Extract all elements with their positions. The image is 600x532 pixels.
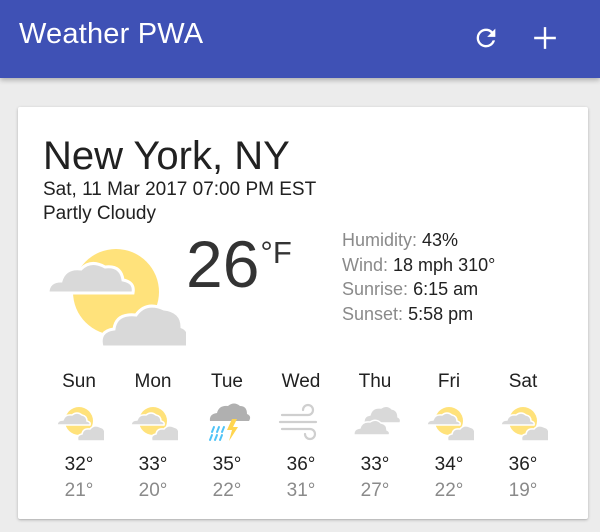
refresh-button[interactable] <box>470 22 502 54</box>
forecast-high: 33° <box>138 454 168 475</box>
temperature-scale: °F <box>260 235 292 270</box>
forecast-day-name: Tue <box>210 371 244 392</box>
weather-details: Humidity: 43% Wind: 18 mph 310° Sunrise:… <box>342 228 495 326</box>
cloudy-icon <box>353 405 400 436</box>
forecast-high: 35° <box>212 454 242 475</box>
add-icon <box>534 27 556 49</box>
forecast-low: 21° <box>64 480 94 501</box>
forecast-low: 31° <box>286 480 316 501</box>
sunrise-value: 6:15 am <box>413 279 479 299</box>
partly-cloudy-icon <box>56 407 104 442</box>
wind-label: Wind: <box>342 254 389 275</box>
forecast-low: 22° <box>434 480 464 501</box>
forecast-low: 20° <box>138 480 168 501</box>
partly-cloudy-icon <box>500 407 548 442</box>
forecast-day-name: Fri <box>437 371 461 392</box>
forecast-day-name: Sat <box>508 371 538 392</box>
sunset-row: Sunset: 5:58 pm <box>342 302 495 327</box>
humidity-label: Humidity: <box>342 230 418 250</box>
forecast-day: Mon 33° 20° <box>116 369 190 502</box>
forecast-day-name: Thu <box>358 371 392 392</box>
forecast-low: 22° <box>212 480 242 501</box>
forecast-high: 36° <box>508 454 538 475</box>
forecast-day: Sun 32° 21° <box>42 369 116 502</box>
humidity-value: 43% <box>422 230 459 250</box>
temperature-value: 26 <box>186 227 260 301</box>
forecast: Sun 32° 21° Mon 33° 20° Tue 35° 22° Wed … <box>42 369 562 502</box>
forecast-high: 33° <box>360 454 390 475</box>
forecast-day-name: Wed <box>281 371 321 392</box>
location: New York, NY <box>43 134 290 178</box>
forecast-day-name: Sun <box>62 371 96 392</box>
date: Sat, 11 Mar 2017 07:00 PM EST <box>43 179 317 200</box>
weather-card: New York, NY Sat, 11 Mar 2017 07:00 PM E… <box>18 107 588 519</box>
wind-row: Wind: 18 mph 310° <box>342 253 495 278</box>
weather-description: Partly Cloudy <box>43 203 156 224</box>
partly-cloudy-icon <box>426 407 474 442</box>
partly-cloudy-icon <box>130 407 178 442</box>
forecast-day-name: Mon <box>134 371 172 392</box>
sunrise-row: Sunrise: 6:15 am <box>342 277 495 302</box>
sunrise-label: Sunrise: <box>342 279 409 299</box>
refresh-icon <box>476 28 496 48</box>
app-header: Weather PWA <box>0 0 600 78</box>
forecast-low: 27° <box>360 480 390 501</box>
forecast-high: 36° <box>286 454 316 475</box>
forecast-day: Tue 35° 22° <box>190 369 264 502</box>
forecast-day: Wed 36° 31° <box>264 369 338 502</box>
forecast-high: 32° <box>64 454 94 475</box>
wind-value: 18 mph 310° <box>393 254 496 275</box>
partly-cloudy-icon <box>46 249 186 347</box>
forecast-low: 19° <box>508 480 538 501</box>
humidity-row: Humidity: 43% <box>342 228 495 253</box>
sunset-label: Sunset: <box>342 303 404 324</box>
thunderstorm-icon <box>209 403 251 441</box>
windy-icon <box>278 403 318 441</box>
sunset-value: 5:58 pm <box>408 303 474 324</box>
app-title: Weather PWA <box>19 18 204 50</box>
forecast-day: Fri 34° 22° <box>412 369 486 502</box>
forecast-day: Thu 33° 27° <box>338 369 412 502</box>
forecast-high: 34° <box>434 454 464 475</box>
forecast-day: Sat 36° 19° <box>486 369 560 502</box>
current-temperature: 26°F <box>186 231 292 297</box>
add-city-button[interactable] <box>529 22 561 54</box>
